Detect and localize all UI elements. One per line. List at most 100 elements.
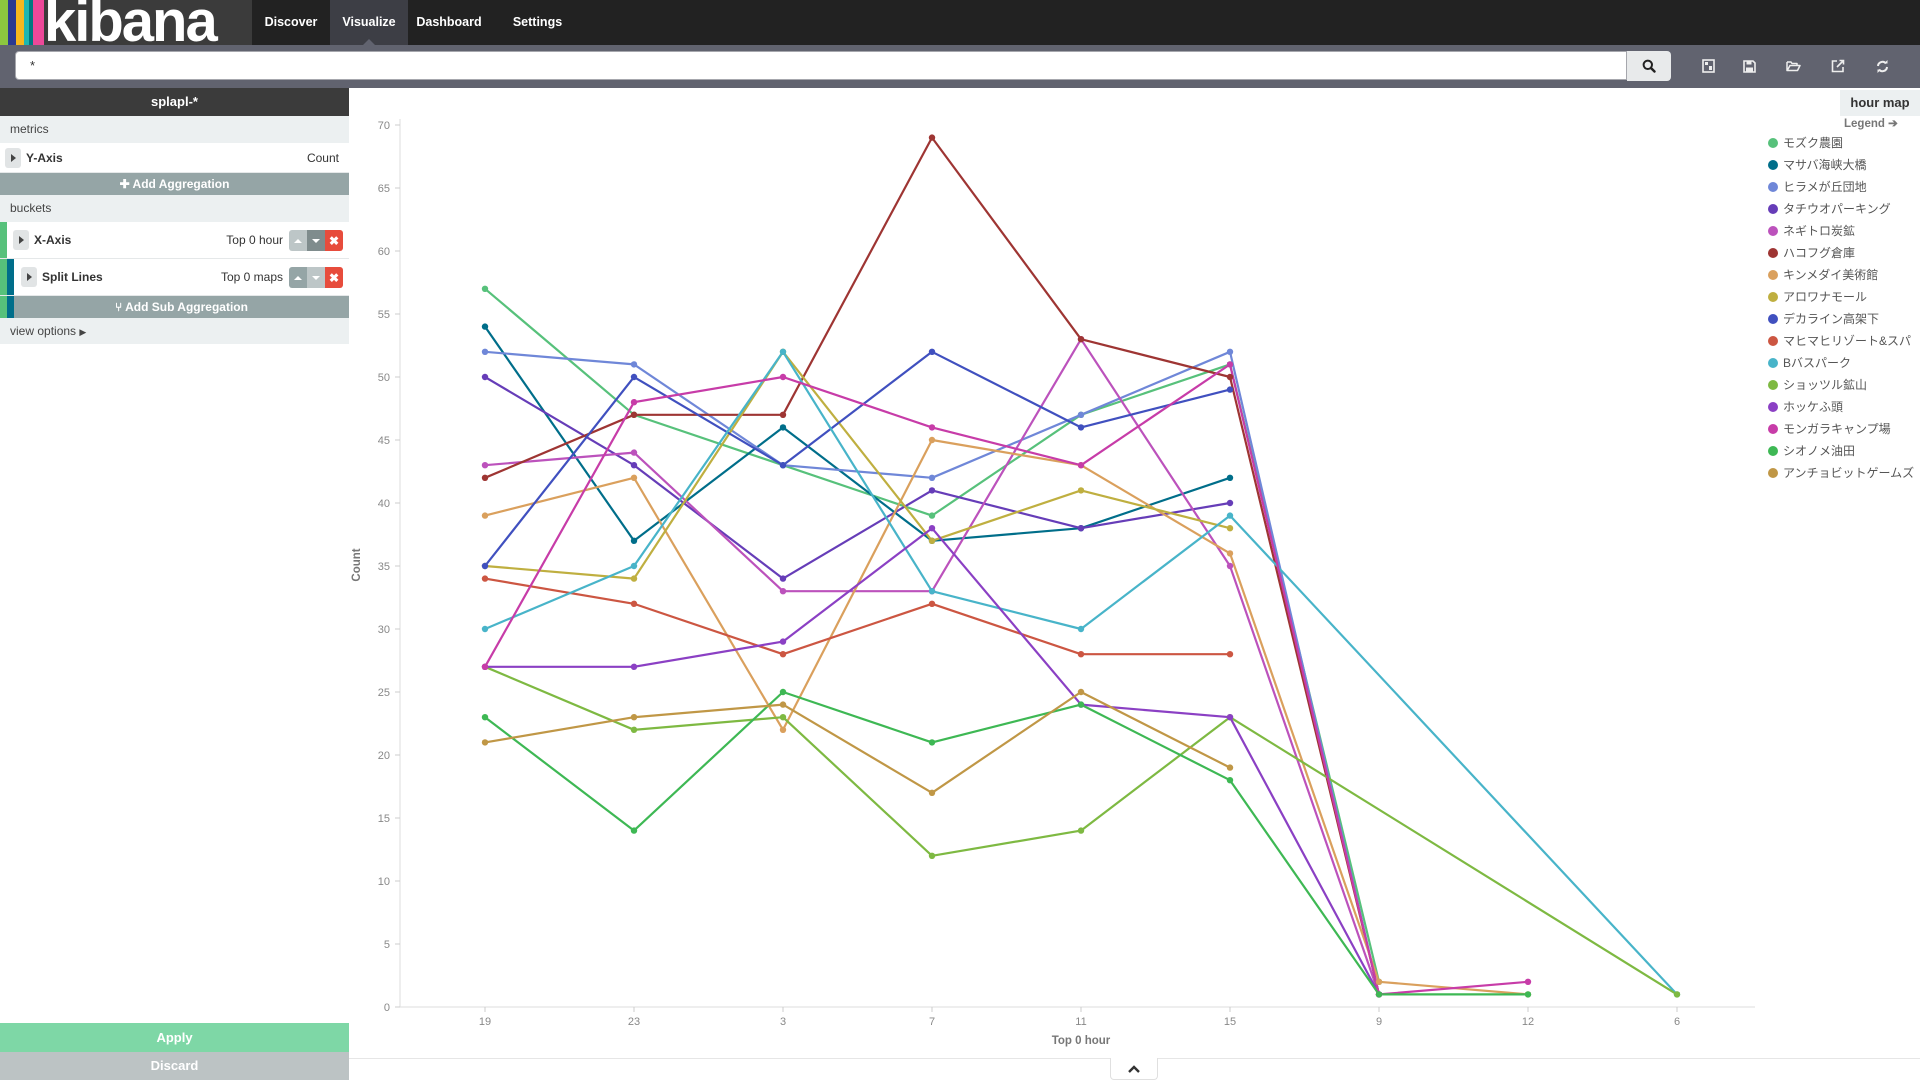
- kibana-logo[interactable]: kibana: [0, 0, 252, 45]
- data-point: [779, 411, 787, 418]
- x-tick-label: 19: [479, 1016, 491, 1028]
- legend-color-dot-icon: [1768, 160, 1778, 170]
- data-point: [481, 663, 489, 670]
- move-up-button[interactable]: [289, 230, 307, 251]
- expand-toggle-icon[interactable]: [5, 148, 21, 168]
- bucket-controls: ✖: [289, 267, 343, 288]
- data-point: [481, 474, 489, 481]
- legend-item[interactable]: マサバ海峡大橋: [1768, 154, 1920, 176]
- new-visualization-button[interactable]: [1694, 53, 1722, 79]
- move-down-button[interactable]: [307, 230, 325, 251]
- bucket-x-axis[interactable]: X-Axis Top 0 hour ✖: [0, 222, 349, 259]
- metric-y-axis[interactable]: Y-Axis Count: [0, 143, 349, 173]
- y-tick-label: 15: [378, 813, 390, 825]
- bucket-split-lines[interactable]: Split Lines Top 0 maps ✖: [0, 259, 349, 296]
- legend-item[interactable]: マヒマヒリゾート&スパ: [1768, 330, 1920, 352]
- agg-description: Top 0 hour: [226, 233, 283, 247]
- legend-label: Bバスパーク: [1783, 356, 1852, 370]
- chevron-down-icon: [312, 275, 320, 280]
- legend-item[interactable]: タチウオパーキング: [1768, 198, 1920, 220]
- data-point: [1226, 651, 1234, 658]
- view-options-toggle[interactable]: view options ▶: [0, 318, 349, 344]
- data-point: [1673, 991, 1681, 998]
- index-pattern-title: splapl-*: [0, 88, 349, 116]
- data-point: [481, 739, 489, 746]
- data-point: [630, 663, 638, 670]
- new-visualization-icon: [1701, 59, 1715, 73]
- view-options-label: view options: [10, 324, 77, 338]
- x-tick-label: 3: [780, 1016, 786, 1028]
- data-point: [481, 575, 489, 582]
- legend-item[interactable]: モンガラキャンプ場: [1768, 418, 1920, 440]
- legend-item[interactable]: アロワナモール: [1768, 286, 1920, 308]
- data-point: [928, 739, 936, 746]
- data-point: [779, 588, 787, 595]
- discard-button[interactable]: Discard: [0, 1052, 349, 1080]
- legend-item[interactable]: ネギトロ炭鉱: [1768, 220, 1920, 242]
- agg-description: Count: [306, 151, 339, 165]
- move-down-button[interactable]: [307, 267, 325, 288]
- data-point: [630, 399, 638, 406]
- legend-item[interactable]: ホッケふ頭: [1768, 396, 1920, 418]
- add-sub-aggregation-button[interactable]: ⑂ Add Sub Aggregation: [14, 296, 349, 318]
- legend-color-dot-icon: [1768, 182, 1778, 192]
- nav-discover[interactable]: Discover: [252, 0, 330, 45]
- data-point: [1226, 714, 1234, 721]
- move-up-button[interactable]: [289, 267, 307, 288]
- series-line: [484, 350, 1231, 580]
- editor-sidebar: splapl-* metrics Y-Axis Count ✚ Add Aggr…: [0, 88, 349, 1080]
- open-button[interactable]: [1779, 53, 1807, 79]
- plus-icon: ✚: [119, 177, 130, 191]
- legend-item[interactable]: ハコフグ倉庫: [1768, 242, 1920, 264]
- data-point: [630, 827, 638, 834]
- legend-item[interactable]: Bバスパーク: [1768, 352, 1920, 374]
- data-point: [1226, 474, 1234, 481]
- legend-item[interactable]: キンメダイ美術館: [1768, 264, 1920, 286]
- legend-item[interactable]: ショッツル鉱山: [1768, 374, 1920, 396]
- refresh-icon: [1876, 59, 1888, 73]
- series-line: [484, 287, 1381, 983]
- y-tick-label: 60: [378, 246, 390, 258]
- remove-button[interactable]: ✖: [325, 267, 343, 288]
- nav-visualize[interactable]: Visualize: [330, 0, 408, 45]
- legend-color-dot-icon: [1768, 204, 1778, 214]
- legend-toggle[interactable]: Legend ➔: [1844, 116, 1898, 130]
- legend-item[interactable]: ヒラメが丘団地: [1768, 176, 1920, 198]
- logo-stripe: [8, 0, 16, 45]
- logo-stripe: [0, 0, 8, 45]
- nav-settings[interactable]: Settings: [490, 0, 585, 45]
- bucket-controls: ✖: [289, 230, 343, 251]
- legend-color-dot-icon: [1768, 270, 1778, 280]
- chevron-up-icon: [294, 238, 302, 243]
- query-input[interactable]: [15, 51, 1627, 80]
- expand-toggle-icon[interactable]: [13, 230, 29, 250]
- y-axis-title: Count: [351, 548, 363, 581]
- apply-button[interactable]: Apply: [0, 1023, 349, 1052]
- data-point: [630, 575, 638, 582]
- add-aggregation-button[interactable]: ✚ Add Aggregation: [0, 173, 349, 195]
- remove-button[interactable]: ✖: [325, 230, 343, 251]
- legend-item[interactable]: アンチョビットゲームズ: [1768, 462, 1920, 484]
- share-button[interactable]: [1824, 53, 1852, 79]
- legend-color-dot-icon: [1768, 468, 1778, 478]
- save-button[interactable]: [1735, 53, 1763, 79]
- series-line: [484, 577, 1230, 656]
- data-point: [481, 512, 489, 519]
- data-point: [481, 285, 489, 292]
- nav-dashboard[interactable]: Dashboard: [408, 0, 490, 45]
- expand-toggle-icon[interactable]: [21, 267, 37, 287]
- search-button[interactable]: [1627, 51, 1671, 81]
- search-icon: [1642, 59, 1656, 73]
- data-point: [481, 562, 489, 570]
- data-point: [928, 424, 936, 431]
- legend-item[interactable]: デカライン高架下: [1768, 308, 1920, 330]
- collapse-spy-button[interactable]: [1110, 1058, 1158, 1080]
- legend-label: アンチョビットゲームズ: [1783, 466, 1915, 480]
- data-point: [481, 462, 489, 469]
- legend-item[interactable]: モズク農園: [1768, 132, 1920, 154]
- data-point: [1226, 499, 1234, 507]
- data-point: [1077, 411, 1085, 418]
- refresh-button[interactable]: [1868, 53, 1896, 79]
- data-point: [928, 134, 936, 141]
- legend-item[interactable]: シオノメ油田: [1768, 440, 1920, 462]
